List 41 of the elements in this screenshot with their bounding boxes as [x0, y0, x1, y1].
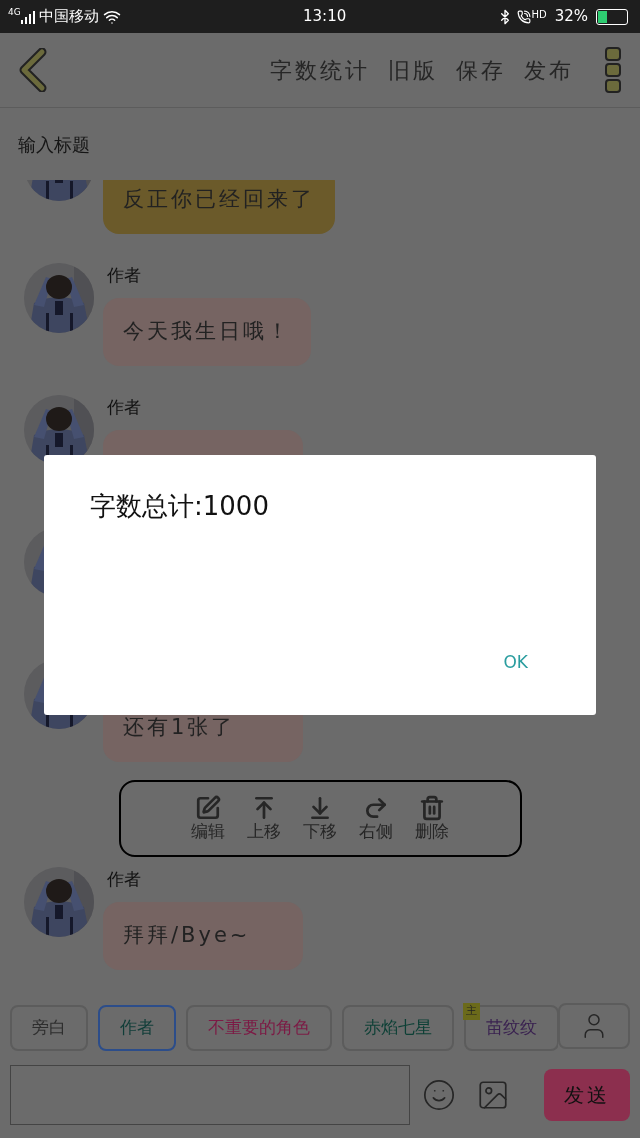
main-badge: 主	[463, 1003, 480, 1020]
role-tag[interactable]: 赤焰七星	[342, 1005, 454, 1051]
message-bubble[interactable]: 今天我生日哦！	[103, 298, 311, 366]
header-action[interactable]: 字数统计	[270, 53, 370, 87]
author-name: 作者	[107, 868, 141, 892]
send-button[interactable]: 发送	[544, 1069, 630, 1121]
delete-icon	[419, 794, 445, 821]
battery-percent: 32%	[554, 6, 588, 28]
back-icon[interactable]	[18, 48, 48, 92]
header-action[interactable]: 保存	[456, 53, 506, 87]
toolbar-button[interactable]: 删除	[415, 794, 449, 843]
message-bubble[interactable]: 拜拜/Bye~	[103, 902, 303, 970]
toolbar-button[interactable]: 右侧	[359, 794, 393, 843]
header-action[interactable]: 旧版	[388, 53, 438, 87]
clock: 13:10	[303, 6, 347, 28]
title-field[interactable]: 输入标题	[18, 130, 622, 158]
message-input[interactable]	[10, 1065, 410, 1125]
carrier-label: 中国移动	[38, 6, 99, 28]
emoji-icon[interactable]	[422, 1078, 456, 1112]
network-label: 4G	[8, 8, 21, 17]
toolbar-button[interactable]: 上移	[247, 794, 281, 843]
message-bubble[interactable]: 反正你已经回来了	[103, 180, 335, 234]
role-tag[interactable]: 不重要的角色	[186, 1005, 332, 1051]
toolbar-button[interactable]: 下移	[303, 794, 337, 843]
role-tag[interactable]: 主 苗纹纹	[464, 1005, 558, 1051]
edit-icon	[195, 794, 221, 821]
phone-icon	[517, 9, 532, 24]
role-tag[interactable]: 作者	[98, 1005, 176, 1051]
signal-icon	[20, 9, 35, 24]
hd-label: HD	[531, 8, 547, 22]
image-icon[interactable]	[476, 1078, 510, 1112]
author-name: 作者	[107, 396, 141, 420]
ok-button[interactable]: OK	[495, 649, 536, 675]
header-action[interactable]: 发布	[524, 53, 574, 87]
battery-icon	[596, 8, 628, 25]
role-tag[interactable]: 旁白	[10, 1005, 88, 1051]
dialog-message: 字数总计:1000	[90, 490, 269, 523]
author-name: 作者	[107, 264, 141, 288]
menu-icon[interactable]	[604, 46, 622, 94]
toolbar-button[interactable]: 编辑	[191, 794, 225, 843]
role-picker-button[interactable]	[558, 1003, 630, 1049]
